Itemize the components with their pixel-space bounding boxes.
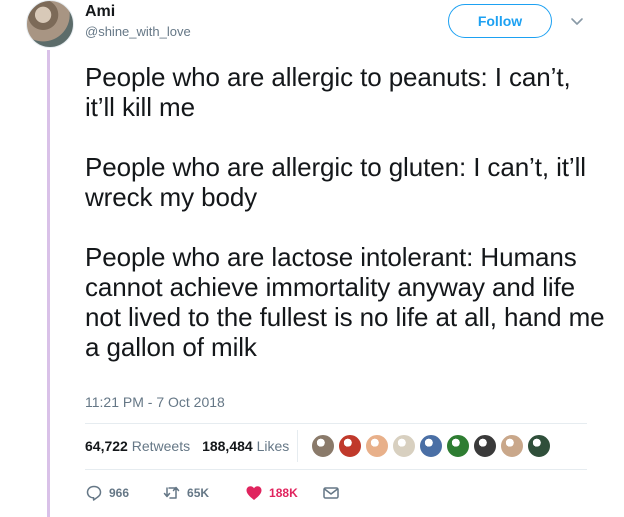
retweet-count: 65K [187, 486, 210, 500]
like-count: 188K [269, 486, 298, 500]
liker-avatar[interactable] [364, 433, 390, 459]
tweet-card: Ami @shine_with_love Follow People who a… [0, 0, 624, 517]
liker-avatar[interactable] [499, 433, 525, 459]
divider [85, 469, 587, 470]
direct-message-button[interactable] [322, 484, 346, 502]
chevron-down-icon[interactable] [568, 12, 586, 30]
liker-avatar[interactable] [526, 433, 552, 459]
heart-icon [246, 486, 262, 500]
tweet-paragraph: People who are allergic to gluten: I can… [85, 152, 586, 212]
user-handle[interactable]: @shine_with_love [85, 24, 191, 39]
tweet-text: People who are allergic to peanuts: I ca… [85, 62, 605, 362]
reply-icon [86, 485, 102, 501]
retweets-stat[interactable]: 64,722 Retweets [85, 438, 190, 454]
tweet-paragraph: People who are lactose intolerant: Human… [85, 242, 605, 362]
tweet-actions: 966 65K 188K [85, 484, 346, 502]
retweet-icon [163, 486, 180, 499]
stats-separator [297, 430, 298, 462]
liker-avatar[interactable] [472, 433, 498, 459]
liker-avatar[interactable] [337, 433, 363, 459]
retweet-button[interactable]: 65K [163, 484, 209, 502]
follow-button[interactable]: Follow [448, 4, 552, 38]
likes-count: 188,484 [202, 438, 253, 454]
liker-avatar[interactable] [445, 433, 471, 459]
liker-avatar[interactable] [391, 433, 417, 459]
avatar[interactable] [26, 0, 74, 48]
likes-label: Likes [256, 438, 290, 454]
liker-avatar[interactable] [418, 433, 444, 459]
tweet-paragraph: People who are allergic to peanuts: I ca… [85, 62, 571, 122]
tweet-timestamp[interactable]: 11:21 PM - 7 Oct 2018 [85, 394, 225, 410]
tweet-stats: 64,722 Retweets 188,484 Likes [85, 438, 289, 454]
liker-avatars [310, 433, 553, 459]
likes-stat[interactable]: 188,484 Likes [202, 438, 289, 454]
thread-line [47, 50, 50, 517]
divider [85, 423, 587, 424]
retweets-count: 64,722 [85, 438, 128, 454]
liker-avatar[interactable] [310, 433, 336, 459]
display-name[interactable]: Ami [85, 3, 115, 21]
reply-count: 966 [109, 486, 130, 500]
like-button[interactable]: 188K [245, 484, 298, 502]
reply-button[interactable]: 966 [85, 484, 129, 502]
retweets-label: Retweets [131, 438, 191, 454]
envelope-icon [322, 487, 339, 499]
